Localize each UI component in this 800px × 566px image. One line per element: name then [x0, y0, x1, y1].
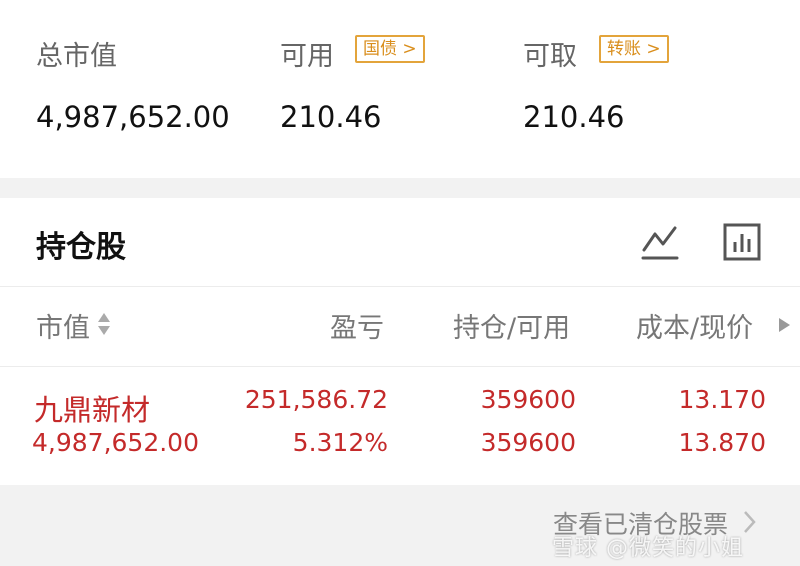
- sort-icon[interactable]: [96, 311, 112, 337]
- transfer-button[interactable]: 转账 >: [599, 35, 669, 63]
- account-summary: 总市值 4,987,652.00 可用 国债 > 210.46 可取 转账 > …: [0, 0, 800, 178]
- withdrawable-value: 210.46: [523, 100, 625, 134]
- column-header-profit-loss: 盈亏: [330, 313, 384, 344]
- section-divider: [0, 178, 800, 198]
- line-chart-icon[interactable]: [640, 222, 680, 262]
- column-header-position-available: 持仓/可用: [453, 313, 571, 344]
- stock-market-value: 4,987,652.00: [32, 428, 199, 457]
- holdings-title: 持仓股: [36, 230, 126, 265]
- column-header-market-value[interactable]: 市值: [36, 306, 90, 345]
- profit-loss-amount: 251,586.72: [244, 385, 388, 414]
- withdrawable-label: 可取: [523, 41, 577, 72]
- profit-loss-percent: 5.312%: [292, 428, 388, 457]
- stock-name[interactable]: 九鼎新材: [34, 387, 150, 429]
- transfer-label: 转账: [607, 39, 641, 59]
- current-price: 13.870: [678, 428, 766, 457]
- chevron-right-icon: >: [641, 39, 661, 59]
- total-market-value-label: 总市值: [36, 41, 117, 72]
- column-header-cost-price: 成本/现价: [636, 313, 754, 344]
- available-quantity: 359600: [480, 428, 576, 457]
- available-label: 可用: [280, 41, 334, 72]
- divider-line: [0, 366, 800, 367]
- available-value: 210.46: [280, 100, 382, 134]
- total-market-value: 4,987,652.00: [36, 100, 230, 134]
- scroll-right-icon[interactable]: [777, 317, 791, 333]
- cost-price: 13.170: [678, 385, 766, 414]
- treasury-bond-label: 国债: [363, 39, 397, 59]
- watermark: 雪球 @微笑的小姐: [552, 536, 744, 561]
- position-quantity: 359600: [480, 385, 576, 414]
- divider-line: [0, 286, 800, 287]
- bar-chart-icon[interactable]: [722, 222, 762, 262]
- chevron-right-icon: >: [397, 39, 417, 59]
- treasury-bond-button[interactable]: 国债 >: [355, 35, 425, 63]
